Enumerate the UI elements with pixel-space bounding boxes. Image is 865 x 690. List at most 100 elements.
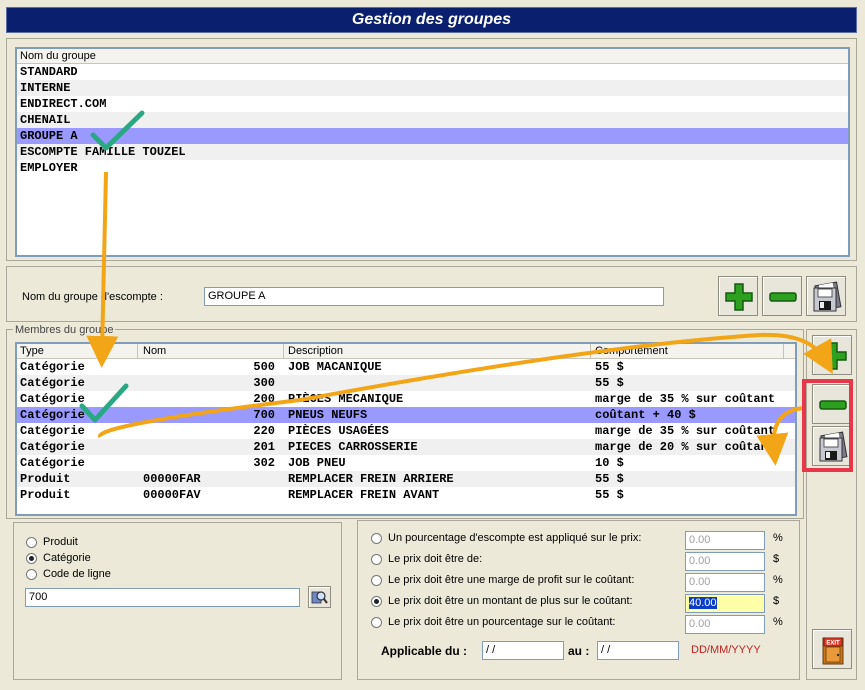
member-row[interactable]: Catégorie 200 PIÈCES MÉCANIQUE marge de 35 …	[17, 391, 795, 407]
group-list-item[interactable]: EMPLOYER	[17, 160, 848, 176]
pricing-value-input[interactable]: 0.00	[685, 552, 765, 571]
header-type: Type	[20, 345, 44, 357]
remove-group-button[interactable]	[762, 276, 802, 316]
pricing-option-label: Le prix doit être une marge de profit su…	[388, 574, 635, 586]
radio-code-de-ligne[interactable]	[26, 569, 37, 580]
pricing-unit-label: $	[773, 553, 780, 565]
date-from-input[interactable]: / /	[482, 641, 564, 660]
plus-icon	[725, 283, 753, 311]
member-nom-cell: 00000FAV	[143, 488, 201, 502]
member-row[interactable]: Catégorie 700 PNEUS NEUFS coûtant + 40 $	[17, 407, 795, 423]
groups-column-header: Nom du groupe	[20, 50, 96, 62]
member-comportement-cell: 55 $	[595, 472, 624, 486]
member-type-cell: Catégorie	[20, 360, 85, 374]
pricing-option-label: Un pourcentage d'escompte est appliqué s…	[388, 532, 642, 544]
pricing-option-label: Le prix doit être un montant de plus sur…	[388, 595, 633, 607]
pricing-radio[interactable]	[371, 533, 382, 544]
pricing-unit-label: %	[773, 616, 783, 628]
group-list-item[interactable]: ESCOMPTE FAMILLE TOUZEL	[17, 144, 848, 160]
pricing-radio[interactable]	[371, 575, 382, 586]
plus-icon	[819, 342, 847, 370]
save-member-button[interactable]	[812, 426, 852, 466]
member-row[interactable]: Catégorie 302 JOB PNEU 10 $	[17, 455, 795, 471]
group-list-item[interactable]: STANDARD	[17, 64, 848, 80]
member-comportement-cell: marge de 35 % sur coûtant	[595, 424, 776, 438]
member-nom-cell: 700	[253, 408, 275, 422]
window-title: Gestion des groupes	[6, 7, 857, 33]
label-categorie: Catégorie	[43, 552, 91, 564]
member-row[interactable]: Catégorie 300 55 $	[17, 375, 795, 391]
group-name-input[interactable]: GROUPE A	[204, 287, 664, 306]
save-group-button[interactable]	[806, 276, 846, 316]
group-name-panel: Nom du groupe d'escompte : GROUPE A	[6, 266, 857, 322]
member-type-cell: Catégorie	[20, 408, 85, 422]
group-name-cell: ENDIRECT.COM	[20, 97, 107, 111]
pricing-panel: Un pourcentage d'escompte est appliqué s…	[357, 520, 800, 680]
pricing-option-label: Le prix doit être un pourcentage sur le …	[388, 616, 616, 628]
member-nom-cell: 220	[253, 424, 275, 438]
member-description-cell: REMPLACER FREIN AVANT	[288, 488, 440, 502]
date-to-label: au :	[568, 644, 590, 658]
members-table[interactable]: Type Nom Description Comportement Catégo…	[15, 342, 797, 516]
member-type-cell: Catégorie	[20, 440, 85, 454]
group-list-item[interactable]: ENDIRECT.COM	[17, 96, 848, 112]
member-row[interactable]: Produit 00000FAV REMPLACER FREIN AVANT 55 $	[17, 487, 795, 503]
remove-member-button[interactable]	[812, 384, 852, 424]
member-comportement-cell: 55 $	[595, 360, 624, 374]
add-member-button[interactable]	[812, 335, 852, 375]
group-list-item[interactable]: CHENAIL	[17, 112, 848, 128]
member-row[interactable]: Catégorie 500 JOB MACANIQUE 55 $	[17, 359, 795, 375]
member-description-cell: PNEUS NEUFS	[288, 408, 368, 422]
member-nom-cell: 302	[253, 456, 275, 470]
group-name-cell: STANDARD	[20, 65, 78, 79]
member-comportement-cell: marge de 35 % sur coûtant	[595, 392, 776, 406]
date-format-hint: DD/MM/YYYY	[691, 644, 761, 656]
pricing-value-input[interactable]: 0.00	[685, 615, 765, 634]
pricing-radio[interactable]	[371, 596, 382, 607]
search-code-button[interactable]	[308, 586, 331, 608]
exit-door-icon: EXIT	[822, 637, 844, 665]
pricing-value-input[interactable]: 40.00	[685, 594, 765, 613]
group-name-cell: EMPLOYER	[20, 161, 78, 175]
member-description-cell: REMPLACER FREIN ARRIERE	[288, 472, 454, 486]
member-row[interactable]: Catégorie 220 PIÈCES USAGÉES marge de 35 % …	[17, 423, 795, 439]
pricing-radio[interactable]	[371, 554, 382, 565]
group-name-cell: ESCOMPTE FAMILLE TOUZEL	[20, 145, 186, 159]
member-nom-cell: 500	[253, 360, 275, 374]
group-list-item[interactable]: INTERNE	[17, 80, 848, 96]
member-row[interactable]: Produit 00000FAR REMPLACER FREIN ARRIERE 55…	[17, 471, 795, 487]
member-description-cell: JOB MACANIQUE	[288, 360, 382, 374]
pricing-value-selected-text: 40.00	[689, 597, 717, 609]
pricing-radio[interactable]	[371, 617, 382, 628]
radio-produit[interactable]	[26, 537, 37, 548]
members-section-label: Membres du groupe	[13, 324, 116, 336]
group-name-cell: INTERNE	[20, 81, 71, 95]
code-input[interactable]: 700	[25, 588, 300, 607]
floppy-disk-icon	[819, 431, 848, 462]
group-name-cell: CHENAIL	[20, 113, 71, 127]
exit-label: EXIT	[826, 641, 840, 647]
header-nom: Nom	[143, 345, 167, 357]
member-comportement-cell: marge de 20 % sur coûtant	[595, 440, 776, 454]
exit-button[interactable]: EXIT	[812, 629, 852, 669]
pricing-unit-label: $	[773, 595, 780, 607]
group-list-item[interactable]: GROUPE A	[17, 128, 848, 144]
applicable-label: Applicable du :	[381, 644, 468, 658]
member-row[interactable]: Catégorie 201 PIECES CARROSSERIE marge de 2…	[17, 439, 795, 455]
member-type-cell: Catégorie	[20, 392, 85, 406]
date-to-input[interactable]: / /	[597, 641, 679, 660]
groups-list[interactable]: Nom du groupe STANDARD INTERNE ENDIRECT.CO…	[15, 47, 850, 257]
members-panel: Membres du groupe Type Nom Description C…	[6, 324, 804, 519]
pricing-option-label: Le prix doit être de:	[388, 553, 483, 565]
radio-categorie[interactable]	[26, 553, 37, 564]
add-group-button[interactable]	[718, 276, 758, 316]
member-type-cell: Catégorie	[20, 424, 85, 438]
member-comportement-cell: 10 $	[595, 456, 624, 470]
member-comportement-cell: 55 $	[595, 488, 624, 502]
pricing-value-input[interactable]: 0.00	[685, 531, 765, 550]
pricing-value-input[interactable]: 0.00	[685, 573, 765, 592]
pricing-unit-label: %	[773, 532, 783, 544]
label-code-de-ligne: Code de ligne	[43, 568, 111, 580]
members-toolbar: EXIT	[806, 329, 857, 680]
members-table-header: Type Nom Description Comportement	[17, 344, 795, 359]
